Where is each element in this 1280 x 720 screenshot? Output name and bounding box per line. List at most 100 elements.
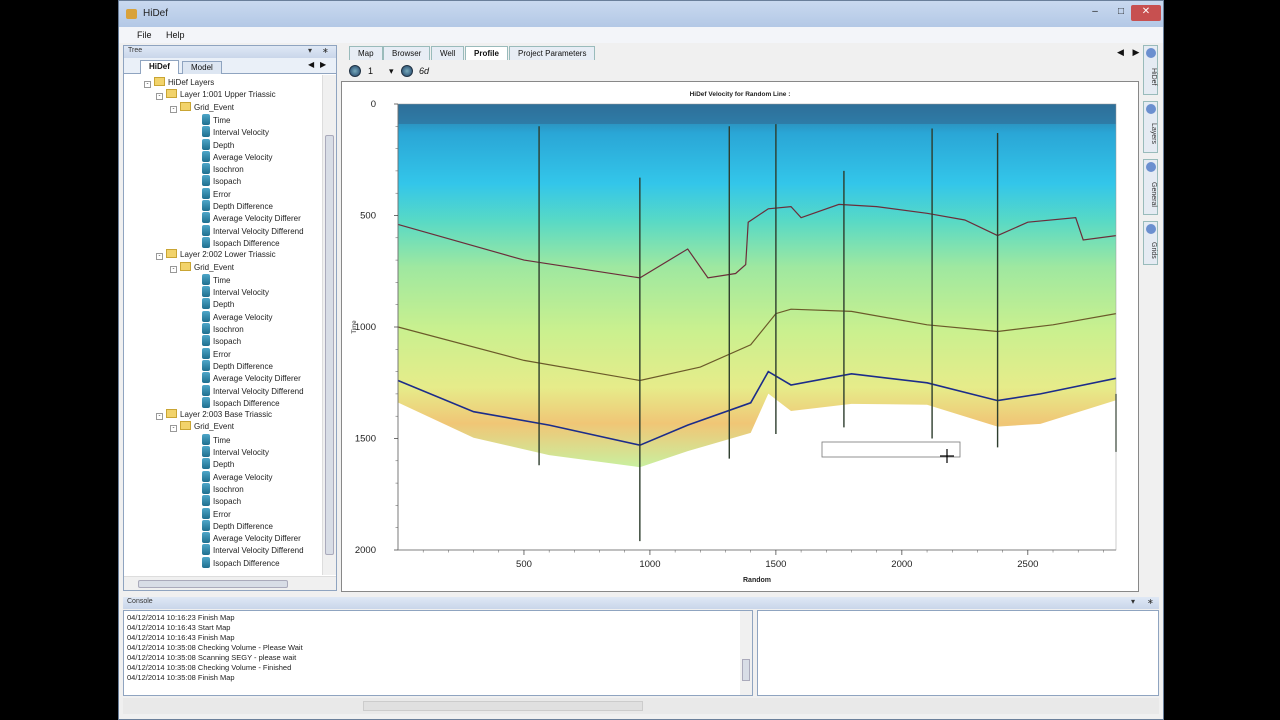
tree-root[interactable]: - HiDef Layers <box>144 77 214 89</box>
tree-item[interactable]: Isochron <box>202 482 244 495</box>
previous-button-icon[interactable] <box>349 65 361 77</box>
profile-chart[interactable]: 0 500 1000 1500 2000 500 1000 1500 2000 2500 HiDe… <box>342 82 1138 591</box>
tree-item[interactable]: Average Velocity <box>202 310 272 323</box>
title-bar[interactable]: HiDef – □ ✕ <box>119 1 1163 27</box>
tab-well[interactable]: Well <box>431 46 465 60</box>
tree-item[interactable]: Depth Difference <box>202 359 273 372</box>
tree-item[interactable]: Isopach Difference <box>202 396 280 409</box>
bottom-scrollbar[interactable] <box>123 698 1159 714</box>
console-dropdown-icon[interactable]: ▾ <box>1131 597 1135 606</box>
tree-item[interactable]: Time <box>202 433 230 446</box>
tree-item[interactable]: Average Velocity Differer <box>202 212 301 224</box>
collapse-icon[interactable]: - <box>170 425 177 433</box>
tree-item[interactable]: Interval Velocity Differend <box>202 544 304 556</box>
tree-item[interactable]: Average Velocity Differer <box>202 372 301 384</box>
panel-dropdown-icon[interactable]: ▾ <box>308 46 312 55</box>
tab-next-icon[interactable]: ▶ <box>1132 47 1139 57</box>
tab-scroll-right-icon[interactable]: ▶ <box>320 60 326 69</box>
tree-layer-label: Layer 1:001 Upper Triassic <box>180 90 276 100</box>
collapse-icon[interactable]: - <box>156 93 163 101</box>
x-tick-label: 2000 <box>891 559 912 570</box>
tree-item[interactable]: Depth <box>202 458 234 470</box>
tree-horizontal-scrollbar[interactable] <box>124 576 336 590</box>
maximize-icon[interactable]: □ <box>1109 5 1133 21</box>
tree-item[interactable]: Error <box>202 507 231 520</box>
minimize-icon[interactable]: – <box>1083 5 1107 21</box>
collapse-icon[interactable]: - <box>170 105 177 113</box>
side-tab-label: HiDef <box>1150 68 1157 86</box>
tree-item[interactable]: Interval Velocity Differend <box>202 224 304 237</box>
scroll-thumb[interactable] <box>138 580 288 588</box>
tree-item[interactable]: Isopach <box>202 175 241 187</box>
tree-layer[interactable]: - Layer 1:001 Upper Triassic <box>156 89 276 101</box>
tree-item[interactable]: Average Velocity Differer <box>202 532 301 544</box>
tree-item[interactable]: Interval Velocity <box>202 126 269 138</box>
grid-layer-icon <box>202 532 210 544</box>
tab-browser[interactable]: Browser <box>383 46 431 60</box>
folder-icon <box>180 101 191 111</box>
tree-layer[interactable]: - Layer 2:003 Base Triassic <box>156 409 272 421</box>
panel-pin-icon[interactable]: ∗ <box>322 46 329 55</box>
side-tab-layers[interactable]: Layers <box>1143 101 1158 153</box>
tab-profile[interactable]: Profile <box>465 46 508 60</box>
console-log[interactable]: 04/12/2014 10:16:23 Finish Map 04/12/2014… <box>123 610 753 696</box>
tree-item[interactable]: Interval Velocity <box>202 446 269 458</box>
tab-project-parameters[interactable]: Project Parameters <box>509 46 596 60</box>
tree-item[interactable]: Isopach <box>202 495 241 507</box>
tree-item[interactable]: Depth Difference <box>202 200 273 212</box>
tree-item[interactable]: Isopach Difference <box>202 556 280 569</box>
tree-vertical-scrollbar[interactable] <box>322 75 336 575</box>
tree-item-label: Isopach Difference <box>213 558 280 568</box>
tab-prev-icon[interactable]: ◀ <box>1117 47 1124 57</box>
dropdown-icon[interactable]: ▾ <box>389 66 394 77</box>
tab-model[interactable]: Model <box>182 61 222 74</box>
tree-item[interactable]: Time <box>202 273 230 286</box>
tree-layer[interactable]: - Layer 2:002 Lower Triassic <box>156 249 276 261</box>
side-tab-grids[interactable]: Grids <box>1143 221 1158 265</box>
tab-map[interactable]: Map <box>349 46 383 60</box>
console-scrollbar[interactable] <box>740 611 752 695</box>
tree-item[interactable]: Interval Velocity Differend <box>202 384 304 397</box>
tree-group[interactable]: - Grid_Event <box>170 421 234 433</box>
tab-hidef[interactable]: HiDef <box>140 60 179 74</box>
grid-layer-icon <box>202 163 210 175</box>
tree-item[interactable]: Depth <box>202 298 234 310</box>
collapse-icon[interactable]: - <box>156 253 163 261</box>
scroll-thumb[interactable] <box>363 701 643 711</box>
tree-item-label: Depth Difference <box>213 521 273 531</box>
console-pin-icon[interactable]: ∗ <box>1147 597 1154 606</box>
collapse-icon[interactable]: - <box>156 413 163 421</box>
scroll-thumb[interactable] <box>325 135 334 555</box>
tab-scroll-left-icon[interactable]: ◀ <box>308 60 314 69</box>
close-icon[interactable]: ✕ <box>1131 5 1161 21</box>
collapse-icon[interactable]: - <box>144 81 151 88</box>
scroll-thumb[interactable] <box>742 659 750 681</box>
tree-item[interactable]: Average Velocity <box>202 150 272 163</box>
menu-file[interactable]: File <box>137 30 152 40</box>
app-icon <box>126 9 137 19</box>
tree-item[interactable]: Average Velocity <box>202 470 272 483</box>
side-tab-general[interactable]: General <box>1143 159 1158 215</box>
left-letterbox <box>0 0 118 720</box>
tree-item[interactable]: Isopach Difference <box>202 236 280 249</box>
tree-item[interactable]: Interval Velocity <box>202 286 269 298</box>
collapse-icon[interactable]: - <box>170 265 177 273</box>
tree-item[interactable]: Isopach <box>202 335 241 347</box>
tree-group[interactable]: - Grid_Event <box>170 101 234 114</box>
folder-icon <box>166 409 177 419</box>
side-tab-hidef[interactable]: HiDef <box>1143 45 1158 95</box>
tree-item[interactable]: Isochron <box>202 163 244 175</box>
grid-layer-icon <box>202 113 210 125</box>
tree-item[interactable]: Error <box>202 187 231 200</box>
menu-help[interactable]: Help <box>166 30 185 40</box>
tree-group[interactable]: - Grid_Event <box>170 261 234 274</box>
tree-item[interactable]: Depth <box>202 138 234 151</box>
x-tick-label: 2500 <box>1017 559 1038 570</box>
tree-item[interactable]: Error <box>202 347 231 360</box>
tree-item-label: Isopach <box>213 497 242 507</box>
tree-item[interactable]: Time <box>202 113 230 126</box>
next-button-icon[interactable] <box>401 65 413 77</box>
tooltip-box <box>821 441 961 458</box>
tree-item[interactable]: Isochron <box>202 323 244 335</box>
tree-item[interactable]: Depth Difference <box>202 519 273 532</box>
